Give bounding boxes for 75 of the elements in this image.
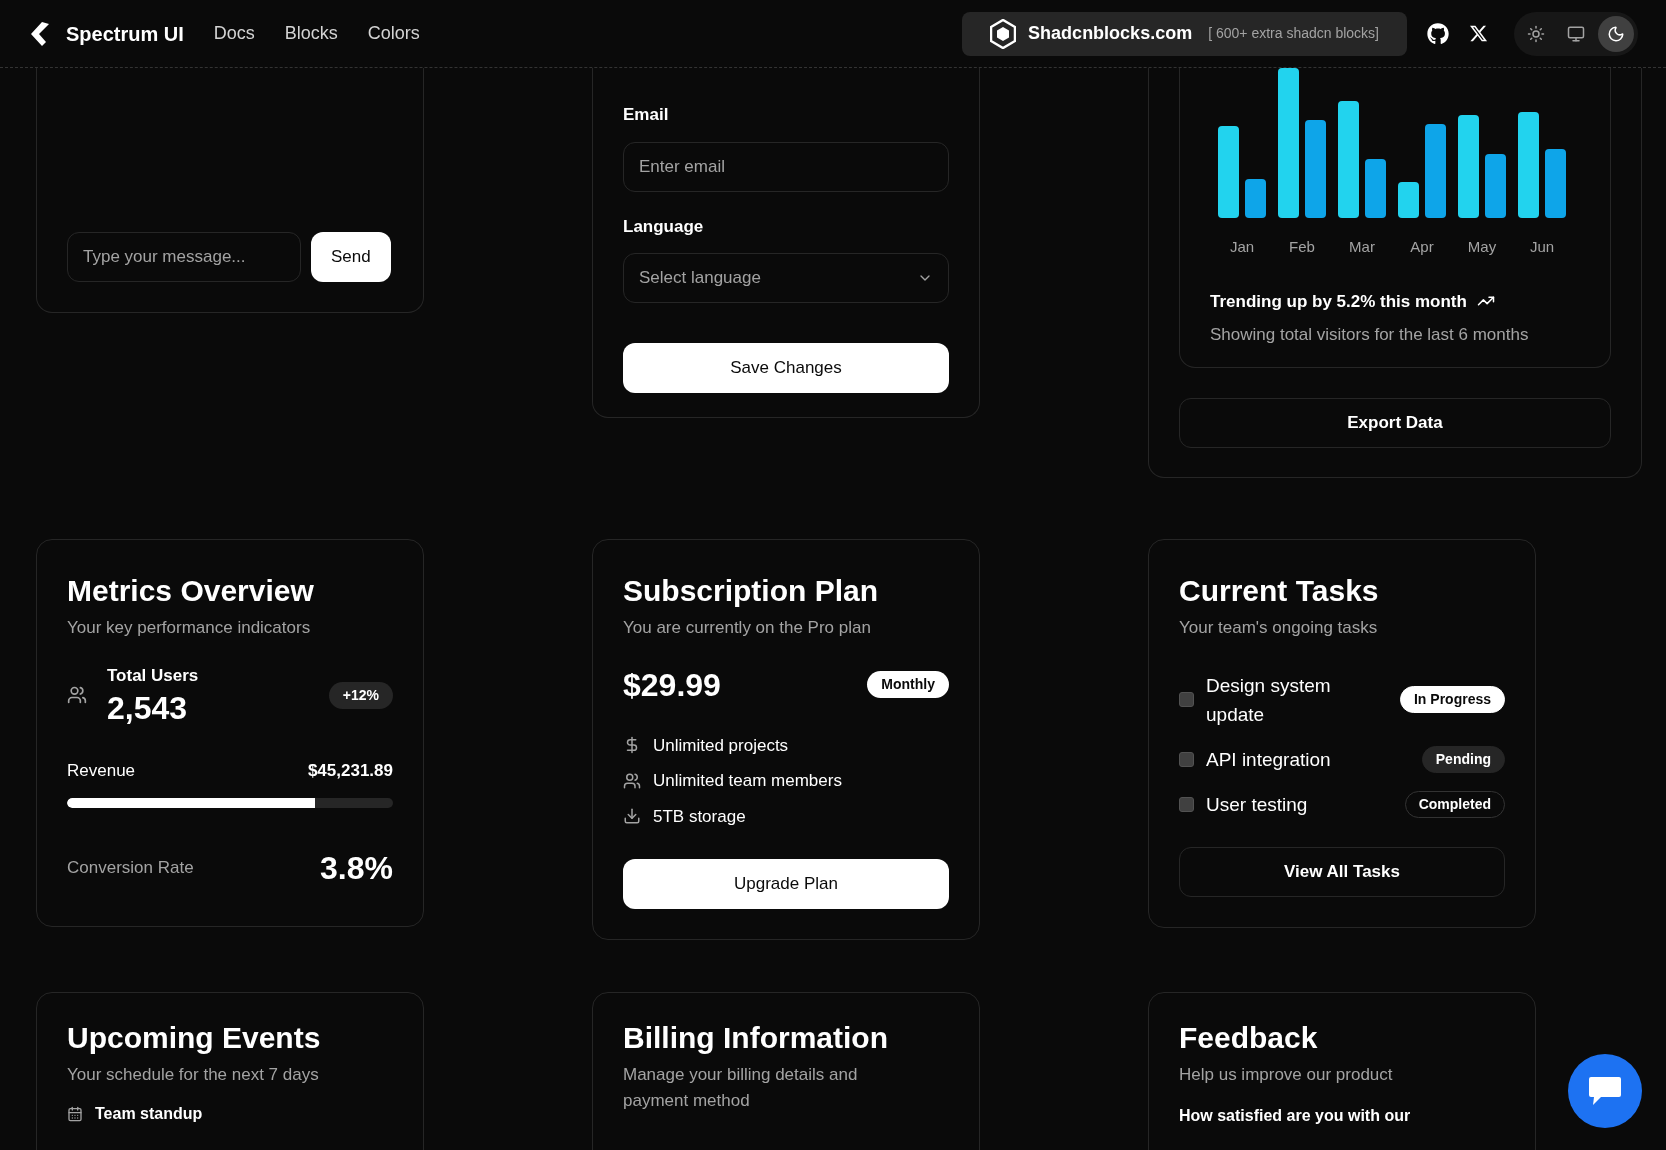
x-icon[interactable] — [1469, 24, 1488, 43]
calendar-icon — [67, 1105, 83, 1122]
month-label: Feb — [1288, 237, 1316, 257]
stat-value: 2,543 — [107, 689, 189, 728]
card-subtitle: Help us improve our product — [1179, 1064, 1394, 1086]
card-title: Metrics Overview — [67, 573, 315, 609]
nav-link[interactable]: Docs — [213, 20, 255, 47]
card-title: Billing Information — [623, 1020, 889, 1056]
chart-bar — [1245, 179, 1266, 218]
change-badge: +12% — [328, 681, 393, 709]
month-label: Apr — [1409, 237, 1435, 257]
card-title: Subscription Plan — [623, 573, 880, 609]
feature-text: Unlimited projects — [653, 734, 789, 757]
upgrade-button[interactable]: Upgrade Plan — [623, 859, 949, 909]
chart-bar — [1398, 182, 1419, 218]
card-subtitle: Your schedule for the next 7 days — [67, 1064, 320, 1086]
theme-button[interactable] — [1598, 15, 1634, 52]
conversion-label: Conversion Rate — [67, 856, 194, 879]
send-button[interactable]: Send — [311, 232, 391, 282]
brand-name[interactable]: Spectrum UI — [66, 18, 184, 49]
chart-bar — [1365, 159, 1386, 218]
month-label: Jun — [1528, 237, 1556, 257]
feature-text: Unlimited team members — [653, 770, 842, 792]
card-title: Current Tasks — [1179, 573, 1380, 609]
month-label: Jan — [1228, 237, 1256, 257]
download-icon — [623, 807, 641, 826]
chat-bubble-icon — [1587, 1075, 1623, 1107]
card-subtitle: Manage your billing details and payment method — [623, 1064, 859, 1112]
status-badge: Pending — [1421, 745, 1505, 773]
task-checkbox[interactable] — [1179, 751, 1194, 767]
chart-bar — [1485, 154, 1506, 218]
status-badge: In Progress — [1399, 686, 1505, 713]
github-icon[interactable] — [1427, 22, 1449, 45]
save-button[interactable]: Save Changes — [623, 343, 949, 393]
conversion-value: 3.8% — [320, 848, 393, 888]
moon-icon — [1607, 24, 1625, 43]
feedback-question: How satisfied are you with our — [1179, 1105, 1412, 1126]
task-text: API integration — [1206, 747, 1332, 772]
card-subtitle: Your key performance indicators — [67, 617, 312, 639]
message-input[interactable]: Type your message... — [67, 232, 301, 282]
users-icon — [67, 685, 87, 706]
card-title: Feedback — [1179, 1020, 1319, 1056]
card-subtitle: You are currently on the Pro plan — [623, 617, 872, 639]
monitor-icon — [1567, 24, 1585, 43]
task-text: Design system update — [1206, 673, 1332, 727]
email-input[interactable]: Enter email — [623, 141, 949, 192]
feature-text: 5TB storage — [653, 805, 746, 828]
chart-caption: Showing total visitors for the last 6 months — [1210, 324, 1530, 346]
users-icon — [623, 771, 641, 790]
card-title: Upcoming Events — [67, 1020, 322, 1056]
task-checkbox[interactable] — [1179, 692, 1194, 707]
revenue-value: $45,231.89 — [307, 760, 393, 782]
logo-icon — [28, 20, 52, 47]
field-label: Email — [623, 104, 670, 126]
event-title: Team standup — [95, 1103, 203, 1124]
sun-icon — [1527, 24, 1545, 43]
chart-bar — [1545, 149, 1566, 218]
month-label: May — [1466, 237, 1498, 257]
language-select[interactable]: Select language — [623, 253, 949, 303]
field-label: Language — [623, 215, 705, 238]
stat-label: Total Users — [107, 664, 199, 687]
nav-link[interactable]: Colors — [367, 20, 420, 47]
cube-logo-icon — [990, 18, 1017, 49]
nav-link[interactable]: Blocks — [284, 20, 338, 47]
period-badge: Monthly — [867, 671, 949, 698]
task-text: User testing — [1206, 792, 1309, 817]
view-tasks-button[interactable]: View All Tasks — [1179, 846, 1505, 897]
price: $29.99 — [623, 665, 721, 705]
task-checkbox[interactable] — [1179, 796, 1194, 812]
month-label: Mar — [1348, 237, 1376, 257]
export-button[interactable]: Export Data — [1179, 398, 1611, 448]
trend-text: Trending up by 5.2% this month — [1210, 290, 1467, 313]
revenue-label: Revenue — [67, 760, 136, 782]
card-subtitle: Your team's ongoing tasks — [1179, 617, 1379, 639]
promo-banner[interactable]: Shadcnblocks.com [ 600+ extra shadcn blocks] — [962, 11, 1407, 56]
